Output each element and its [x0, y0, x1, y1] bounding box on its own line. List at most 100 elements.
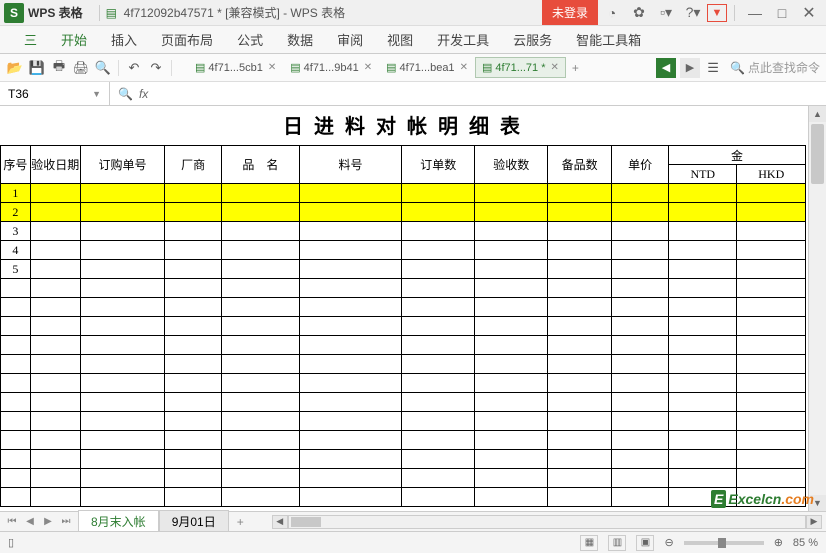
- login-button[interactable]: 未登录: [542, 0, 598, 25]
- view-normal-icon[interactable]: ▦: [580, 535, 598, 551]
- cell[interactable]: [737, 469, 806, 488]
- cell[interactable]: [669, 355, 737, 374]
- cell[interactable]: [165, 317, 222, 336]
- doc-tab-3[interactable]: ▤4f71...bea1✕: [379, 57, 475, 78]
- cell[interactable]: [222, 374, 300, 393]
- redo-icon[interactable]: ↷: [147, 59, 165, 77]
- cell[interactable]: [1, 336, 31, 355]
- cell[interactable]: [737, 431, 806, 450]
- cell[interactable]: [222, 488, 300, 507]
- cell[interactable]: [669, 450, 737, 469]
- cell[interactable]: [612, 317, 669, 336]
- cell[interactable]: [165, 222, 222, 241]
- cell[interactable]: 4: [1, 241, 31, 260]
- preview-icon[interactable]: 🔍: [94, 59, 112, 77]
- cell[interactable]: [402, 241, 475, 260]
- cell[interactable]: [737, 279, 806, 298]
- doc-tab-2[interactable]: ▤4f71...9b41✕: [283, 57, 379, 78]
- cell[interactable]: [299, 260, 402, 279]
- cell[interactable]: [548, 412, 612, 431]
- table-row[interactable]: 5: [1, 260, 806, 279]
- cell[interactable]: [548, 317, 612, 336]
- sheet-tab-2[interactable]: 9月01日: [159, 510, 229, 532]
- cell[interactable]: [737, 393, 806, 412]
- close-button[interactable]: ✕: [796, 1, 822, 25]
- cell[interactable]: [1, 355, 31, 374]
- cell[interactable]: [475, 412, 548, 431]
- cell[interactable]: [669, 222, 737, 241]
- cell[interactable]: 2: [1, 203, 31, 222]
- cell[interactable]: [80, 184, 164, 203]
- cell[interactable]: [737, 184, 806, 203]
- cell[interactable]: [548, 431, 612, 450]
- view-mode-icon[interactable]: ▫▾: [653, 1, 679, 25]
- cell[interactable]: [80, 374, 164, 393]
- table-row[interactable]: [1, 450, 806, 469]
- cell[interactable]: [612, 184, 669, 203]
- name-box[interactable]: T36 ▼: [0, 82, 110, 105]
- tab-insert[interactable]: 插入: [99, 26, 149, 53]
- sheet-first-icon[interactable]: ⏮: [4, 516, 20, 527]
- cell[interactable]: [222, 260, 300, 279]
- tab-start[interactable]: 开始: [49, 26, 99, 53]
- minimize-button[interactable]: —: [742, 1, 768, 25]
- cell[interactable]: [1, 374, 31, 393]
- cell[interactable]: [30, 184, 80, 203]
- help-icon[interactable]: ?▾: [680, 1, 706, 25]
- cell[interactable]: [80, 241, 164, 260]
- cell[interactable]: [402, 412, 475, 431]
- cell[interactable]: [475, 184, 548, 203]
- zoom-slider[interactable]: [684, 541, 764, 545]
- cell[interactable]: [669, 184, 737, 203]
- cell[interactable]: [402, 431, 475, 450]
- cell[interactable]: [30, 488, 80, 507]
- cell[interactable]: [80, 469, 164, 488]
- cell[interactable]: [30, 469, 80, 488]
- scroll-left-button[interactable]: ◀: [272, 515, 288, 529]
- update-icon[interactable]: ▼: [707, 4, 727, 22]
- cell[interactable]: [475, 469, 548, 488]
- cell[interactable]: [475, 298, 548, 317]
- cell[interactable]: [165, 355, 222, 374]
- table-row[interactable]: [1, 412, 806, 431]
- table-row[interactable]: 3: [1, 222, 806, 241]
- cell[interactable]: [612, 260, 669, 279]
- cell[interactable]: [402, 374, 475, 393]
- cell[interactable]: [475, 393, 548, 412]
- cell[interactable]: [669, 279, 737, 298]
- cell[interactable]: [165, 203, 222, 222]
- cell[interactable]: [669, 203, 737, 222]
- cell[interactable]: [30, 374, 80, 393]
- cell[interactable]: [402, 298, 475, 317]
- cell[interactable]: [299, 431, 402, 450]
- sync-icon[interactable]: ◔: [599, 1, 625, 25]
- cell[interactable]: [548, 241, 612, 260]
- cell[interactable]: [737, 336, 806, 355]
- save-icon[interactable]: 💾: [28, 59, 46, 77]
- cell[interactable]: [612, 336, 669, 355]
- cell[interactable]: [299, 317, 402, 336]
- table-row[interactable]: 1: [1, 184, 806, 203]
- table-row[interactable]: [1, 393, 806, 412]
- cell[interactable]: [612, 298, 669, 317]
- scroll-thumb[interactable]: [291, 517, 321, 527]
- doc-tab-1[interactable]: ▤4f71...5cb1✕: [188, 57, 283, 78]
- cell[interactable]: [612, 469, 669, 488]
- cell[interactable]: [669, 317, 737, 336]
- cell[interactable]: [402, 393, 475, 412]
- cell[interactable]: [475, 355, 548, 374]
- cell[interactable]: [548, 488, 612, 507]
- cell[interactable]: [548, 374, 612, 393]
- scroll-up-button[interactable]: ▲: [809, 106, 826, 122]
- print-icon[interactable]: 🖨: [72, 59, 90, 77]
- add-tab-button[interactable]: +: [566, 59, 585, 77]
- tab-smart-tools[interactable]: 智能工具箱: [564, 26, 653, 53]
- cell[interactable]: [1, 431, 31, 450]
- zoom-in-button[interactable]: ⊕: [774, 536, 783, 549]
- zoom-value[interactable]: 85 %: [793, 537, 818, 549]
- cell[interactable]: [165, 279, 222, 298]
- magnify-icon[interactable]: 🔍: [118, 87, 133, 101]
- cell[interactable]: [299, 222, 402, 241]
- view-page-icon[interactable]: ▥: [608, 535, 626, 551]
- list-icon[interactable]: ☰: [704, 59, 722, 77]
